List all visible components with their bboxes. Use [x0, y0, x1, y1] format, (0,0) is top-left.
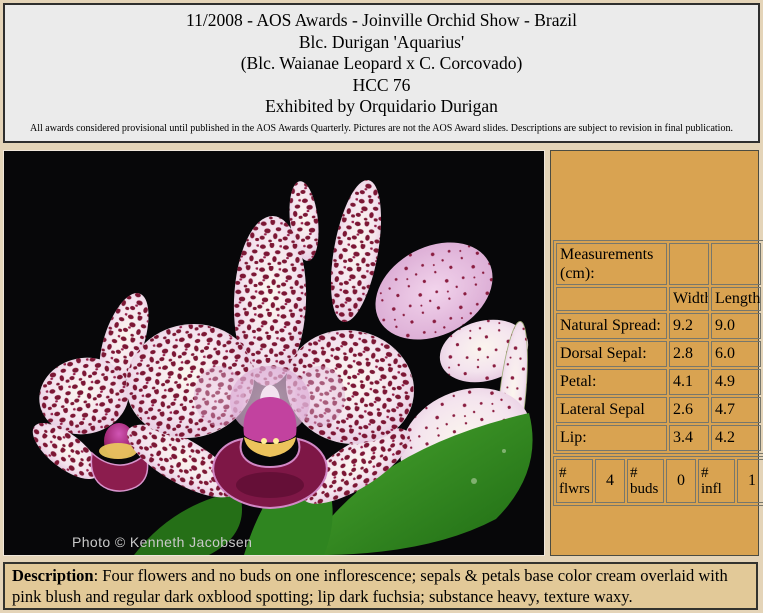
buds-count-label: # buds [627, 459, 664, 503]
length-value: 4.2 [711, 425, 761, 451]
empty-cell [711, 243, 761, 285]
orchid-photo-image [4, 151, 544, 555]
table-row: Lateral Sepal 2.6 4.7 [556, 397, 761, 423]
award-show-line: 11/2008 - AOS Awards - Joinville Orchid … [5, 10, 758, 32]
description-label: Description [12, 566, 94, 585]
table-row: # flwrs 4 # buds 0 # infl 1 [556, 459, 763, 503]
infl-count-value: 1 [737, 459, 763, 503]
orchid-photo: Photo © Kenneth Jacobsen [3, 150, 545, 556]
row-label: Dorsal Sepal: [556, 341, 667, 367]
row-label: Natural Spread: [556, 313, 667, 339]
buds-count-value: 0 [666, 459, 696, 503]
length-value: 6.0 [711, 341, 761, 367]
flowers-count-value: 4 [595, 459, 625, 503]
length-value: 4.9 [711, 369, 761, 395]
measurements-table: Measurements (cm): Width Length Natural … [553, 240, 763, 454]
plant-name-line: Blc. Durigan 'Aquarius' [5, 32, 758, 54]
measurements-title: Measurements (cm): [556, 243, 667, 285]
table-row: Width Length [556, 287, 761, 311]
width-value: 2.6 [669, 397, 709, 423]
length-value: 9.0 [711, 313, 761, 339]
flowers-count-label: # flwrs [556, 459, 593, 503]
empty-cell [669, 243, 709, 285]
width-value: 3.4 [669, 425, 709, 451]
empty-cell [556, 287, 667, 311]
column-header-width: Width [669, 287, 709, 311]
table-row: Measurements (cm): [556, 243, 761, 285]
description-text: : Four flowers and no buds on one inflor… [12, 566, 728, 606]
column-header-length: Length [711, 287, 761, 311]
width-value: 9.2 [669, 313, 709, 339]
award-header: 11/2008 - AOS Awards - Joinville Orchid … [3, 3, 760, 143]
width-value: 4.1 [669, 369, 709, 395]
table-row: Petal: 4.1 4.9 [556, 369, 761, 395]
parentage-line: (Blc. Waianae Leopard x C. Corcovado) [5, 53, 758, 75]
row-label: Petal: [556, 369, 667, 395]
table-row: Dorsal Sepal: 2.8 6.0 [556, 341, 761, 367]
table-row: Lip: 3.4 4.2 [556, 425, 761, 451]
counts-table: # flwrs 4 # buds 0 # infl 1 [553, 456, 763, 506]
award-line: HCC 76 [5, 75, 758, 97]
measurements-panel: Measurements (cm): Width Length Natural … [550, 150, 759, 556]
exhibitor-line: Exhibited by Orquidario Durigan [5, 96, 758, 118]
width-value: 2.8 [669, 341, 709, 367]
description-box: Description: Four flowers and no buds on… [3, 562, 758, 610]
row-label: Lip: [556, 425, 667, 451]
disclaimer-text: All awards considered provisional until … [5, 123, 758, 135]
infl-count-label: # infl [698, 459, 735, 503]
length-value: 4.7 [711, 397, 761, 423]
photo-credit: Photo © Kenneth Jacobsen [72, 534, 252, 550]
row-label: Lateral Sepal [556, 397, 667, 423]
award-page: 11/2008 - AOS Awards - Joinville Orchid … [0, 0, 763, 613]
table-row: Natural Spread: 9.2 9.0 [556, 313, 761, 339]
